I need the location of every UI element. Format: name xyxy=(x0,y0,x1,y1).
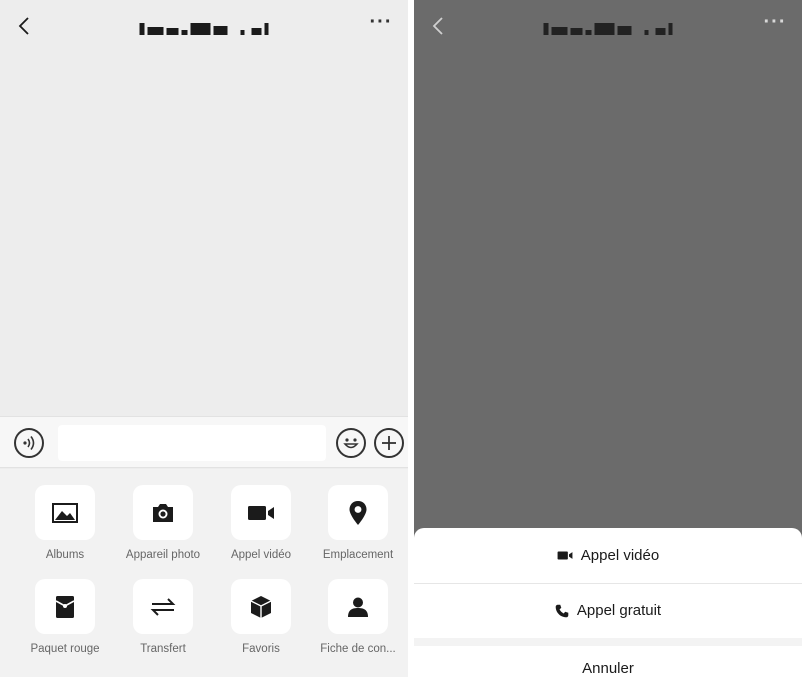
more-options-button[interactable]: ··· xyxy=(366,12,396,36)
tool-video-call[interactable]: Appel vidéo xyxy=(210,469,312,561)
tool-label: Emplacement xyxy=(322,549,394,561)
voice-call-option[interactable]: Appel gratuit xyxy=(414,583,802,637)
tool-icon-box xyxy=(231,579,291,634)
tool-camera[interactable]: Appareil photo xyxy=(112,469,214,561)
cube-icon xyxy=(250,595,272,618)
tool-red-packet[interactable]: Paquet rouge xyxy=(14,563,116,655)
message-input-bar xyxy=(0,416,408,468)
chat-screen: ··· Albums Appareil photo Appel vidéo Em… xyxy=(0,0,408,677)
tool-label: Appel vidéo xyxy=(230,549,292,561)
emoji-button[interactable] xyxy=(336,428,366,458)
video-call-option[interactable]: Appel vidéo xyxy=(414,528,802,582)
tool-transfer[interactable]: Transfert xyxy=(112,563,214,655)
tool-icon-box xyxy=(133,485,193,540)
tool-label: Paquet rouge xyxy=(30,643,100,655)
location-pin-icon xyxy=(349,500,367,525)
tool-label: Fiche de con... xyxy=(320,643,396,655)
tool-icon-box xyxy=(133,579,193,634)
voice-wave-icon xyxy=(23,436,35,450)
smiley-icon xyxy=(343,438,359,449)
sheet-separator xyxy=(414,638,802,646)
tool-location[interactable]: Emplacement xyxy=(307,469,408,561)
plus-icon xyxy=(382,436,396,450)
contact-name-redacted xyxy=(139,20,269,38)
red-packet-icon xyxy=(55,595,75,618)
more-tools-button[interactable] xyxy=(374,428,404,458)
voice-call-label: Appel gratuit xyxy=(576,602,662,619)
tool-label: Appareil photo xyxy=(125,549,201,561)
back-button[interactable] xyxy=(424,12,452,40)
cancel-button[interactable]: Annuler xyxy=(414,646,802,677)
chevron-left-icon xyxy=(432,17,443,35)
tool-label: Albums xyxy=(45,549,85,561)
camera-icon xyxy=(153,503,173,522)
transfer-arrows-icon xyxy=(150,597,176,616)
nav-bar: ··· xyxy=(0,0,408,58)
back-button[interactable] xyxy=(10,12,38,40)
contact-card-icon xyxy=(348,597,368,617)
tool-icon-box xyxy=(35,485,95,540)
chat-screen-with-call-sheet: ··· Appel vidéo Appel gratuit Annuler xyxy=(414,0,802,677)
tool-favorites[interactable]: Favoris xyxy=(210,563,312,655)
phone-icon xyxy=(555,604,569,617)
tool-icon-box xyxy=(231,485,291,540)
chevron-left-icon xyxy=(18,17,29,35)
video-camera-icon xyxy=(557,551,573,559)
more-options-button[interactable]: ··· xyxy=(760,12,790,36)
more-dots-icon: ··· xyxy=(763,11,787,33)
tool-icon-box xyxy=(328,485,388,540)
more-dots-icon: ··· xyxy=(369,11,393,33)
message-input[interactable] xyxy=(58,425,326,461)
tool-label: Favoris xyxy=(242,643,280,655)
call-action-sheet: Appel vidéo Appel gratuit Annuler xyxy=(414,528,802,677)
contact-name-redacted xyxy=(543,20,673,38)
video-call-label: Appel vidéo xyxy=(580,546,660,564)
tool-icon-box xyxy=(35,579,95,634)
tool-icon-box xyxy=(328,579,388,634)
voice-message-button[interactable] xyxy=(14,428,44,458)
nav-bar: ··· xyxy=(414,0,802,58)
tool-label: Transfert xyxy=(140,643,186,655)
tool-panel: Albums Appareil photo Appel vidéo Emplac… xyxy=(0,469,408,677)
tool-albums[interactable]: Albums xyxy=(14,469,116,561)
tool-contact-card[interactable]: Fiche de con... xyxy=(307,563,408,655)
video-camera-icon xyxy=(248,505,274,520)
image-icon xyxy=(52,502,78,523)
